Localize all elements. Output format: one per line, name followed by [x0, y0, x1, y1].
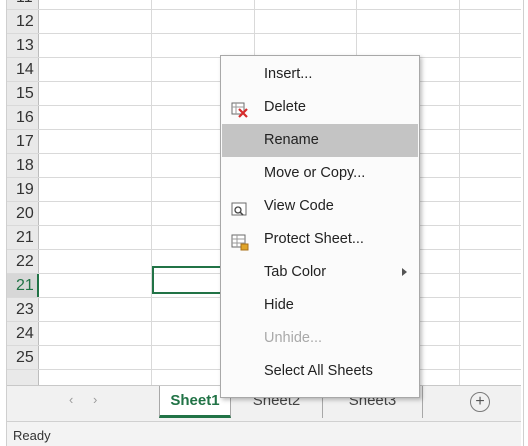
row-header[interactable]: 20 — [7, 202, 39, 225]
row-header[interactable]: 19 — [7, 178, 39, 201]
row-header[interactable]: 12 — [7, 10, 39, 33]
sheet-row[interactable]: 11 — [7, 0, 521, 10]
submenu-arrow-icon — [402, 268, 407, 276]
menu-item-delete[interactable]: Delete — [222, 91, 418, 124]
menu-item-protect-sheet[interactable]: Protect Sheet... — [222, 223, 418, 256]
menu-item-label: Rename — [264, 132, 319, 148]
menu-item-move-or-copy[interactable]: Move or Copy... — [222, 157, 418, 190]
row-header[interactable]: 22 — [7, 250, 39, 273]
row-header-selected[interactable]: 21 — [7, 274, 39, 297]
scroll-tabs-right-icon[interactable]: › — [93, 392, 97, 407]
menu-item-label: Select All Sheets — [264, 363, 373, 379]
sheet-tab-context-menu: Insert... Delete Rename Move or Copy... — [220, 55, 420, 398]
row-header[interactable]: 15 — [7, 82, 39, 105]
row-header[interactable]: 23 — [7, 298, 39, 321]
menu-item-insert[interactable]: Insert... — [222, 58, 418, 91]
row-header[interactable]: 11 — [7, 0, 39, 9]
menu-item-label: Delete — [264, 99, 306, 115]
row-header[interactable]: 21 — [7, 226, 39, 249]
menu-item-unhide: Unhide... — [222, 322, 418, 355]
add-sheet-icon[interactable]: + — [470, 392, 490, 412]
delete-sheet-icon — [231, 99, 249, 118]
menu-item-tab-color[interactable]: Tab Color — [222, 256, 418, 289]
menu-item-select-all-sheets[interactable]: Select All Sheets — [222, 355, 418, 388]
menu-item-label: Move or Copy... — [264, 165, 366, 181]
row-header[interactable]: 13 — [7, 34, 39, 57]
row-header[interactable]: 17 — [7, 130, 39, 153]
row-header[interactable]: 14 — [7, 58, 39, 81]
menu-item-label: Unhide... — [264, 330, 323, 346]
menu-item-label: Hide — [264, 297, 294, 313]
menu-item-hide[interactable]: Hide — [222, 289, 418, 322]
menu-item-label: Tab Color — [264, 264, 327, 280]
row-header[interactable]: 16 — [7, 106, 39, 129]
menu-item-view-code[interactable]: View Code — [222, 190, 418, 223]
protect-sheet-icon — [231, 231, 249, 251]
status-bar: Ready — [7, 421, 521, 446]
status-text: Ready — [13, 428, 51, 443]
menu-item-label: Protect Sheet... — [264, 231, 364, 247]
scroll-tabs-left-icon[interactable]: ‹ — [69, 392, 73, 407]
row-header[interactable] — [7, 370, 39, 385]
row-header[interactable]: 18 — [7, 154, 39, 177]
menu-item-rename[interactable]: Rename — [222, 124, 418, 157]
menu-item-label: Insert... — [264, 66, 313, 82]
view-code-icon — [231, 198, 249, 216]
row-header[interactable]: 24 — [7, 322, 39, 345]
row-header[interactable]: 25 — [7, 346, 39, 369]
sheet-row[interactable]: 12 — [7, 10, 521, 34]
menu-item-label: View Code — [264, 198, 334, 214]
